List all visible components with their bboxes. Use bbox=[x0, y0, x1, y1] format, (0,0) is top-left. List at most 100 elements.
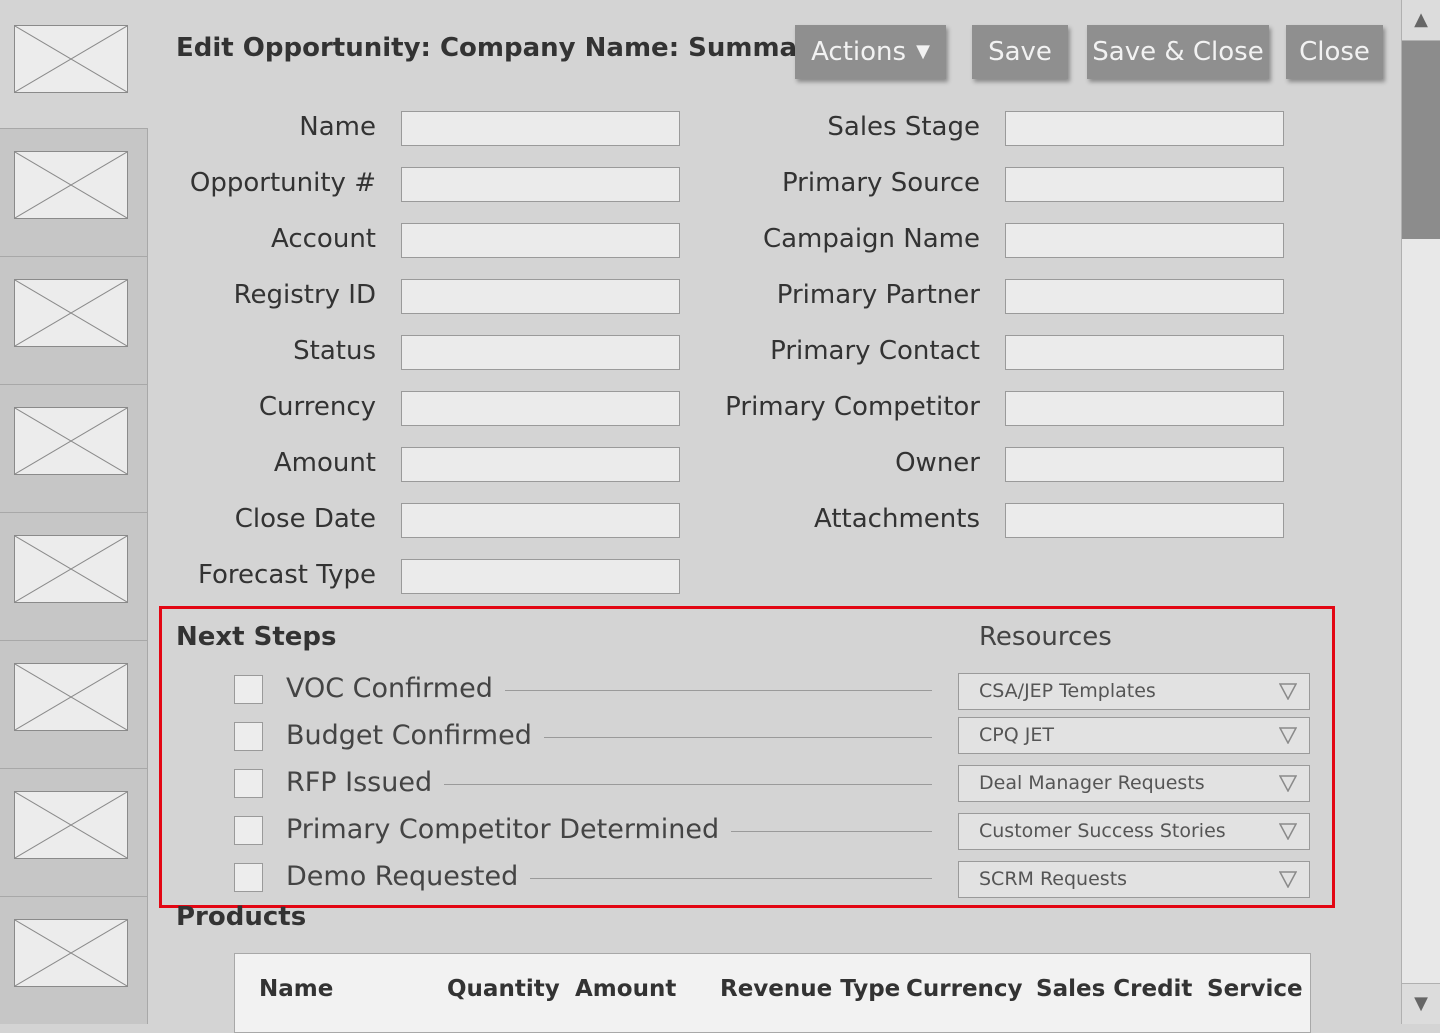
primary-contact-field[interactable] bbox=[1005, 335, 1284, 370]
label-close-date: Close Date bbox=[234, 504, 376, 534]
rfp-issued-checkbox[interactable] bbox=[234, 769, 263, 798]
column-header-sales-credit[interactable]: Sales Credit bbox=[1036, 976, 1192, 1002]
label-status: Status bbox=[293, 336, 376, 366]
currency-field[interactable] bbox=[401, 391, 680, 426]
registry-id-field[interactable] bbox=[401, 279, 680, 314]
nav-tile-5[interactable] bbox=[0, 640, 147, 768]
budget-confirmed-checkbox[interactable] bbox=[234, 722, 263, 751]
next-step-label: Budget Confirmed bbox=[286, 718, 544, 754]
actions-button[interactable]: Actions ▼ bbox=[795, 25, 946, 79]
dropdown-label: CPQ JET bbox=[979, 724, 1054, 746]
label-registry-id: Registry ID bbox=[233, 280, 376, 310]
amount-field[interactable] bbox=[401, 447, 680, 482]
column-header-quantity[interactable]: Quantity bbox=[447, 976, 560, 1002]
nav-tile-2[interactable] bbox=[0, 256, 147, 384]
nav-image-placeholder-icon bbox=[14, 791, 128, 859]
cpq-jet-dropdown[interactable]: CPQ JET bbox=[958, 717, 1310, 754]
voc-confirmed-checkbox[interactable] bbox=[234, 675, 263, 704]
next-step-label: VOC Confirmed bbox=[286, 671, 505, 707]
status-field[interactable] bbox=[401, 335, 680, 370]
column-header-name[interactable]: Name bbox=[259, 976, 333, 1002]
next-step-budget-confirmed: Budget Confirmed bbox=[234, 718, 932, 754]
scroll-thumb[interactable] bbox=[1402, 41, 1440, 239]
label-forecast-type: Forecast Type bbox=[197, 560, 376, 590]
csa-jep-templates-dropdown[interactable]: CSA/JEP Templates bbox=[958, 673, 1310, 710]
account-field[interactable] bbox=[401, 223, 680, 258]
nav-image-placeholder-icon bbox=[14, 663, 128, 731]
campaign-name-field[interactable] bbox=[1005, 223, 1284, 258]
next-step-label: RFP Issued bbox=[286, 765, 445, 801]
owner-field[interactable] bbox=[1005, 447, 1284, 482]
page-title: Edit Opportunity: Company Name: Summary bbox=[176, 33, 827, 63]
sales-stage-field[interactable] bbox=[1005, 111, 1284, 146]
products-table: Name Quantity Amount Revenue Type Currency Sa… bbox=[234, 953, 1311, 1033]
nav-image-placeholder-icon bbox=[14, 151, 128, 219]
nav-image-placeholder-icon bbox=[14, 535, 128, 603]
label-currency: Currency bbox=[258, 392, 376, 422]
label-name: Name bbox=[299, 112, 376, 142]
scrm-requests-dropdown[interactable]: SCRM Requests bbox=[958, 861, 1310, 898]
nav-tile-3[interactable] bbox=[0, 384, 147, 512]
next-steps-title: Next Steps bbox=[176, 622, 337, 652]
logo-placeholder-image bbox=[14, 25, 128, 93]
dropdown-label: SCRM Requests bbox=[979, 868, 1128, 890]
next-step-rfp-issued: RFP Issued bbox=[234, 765, 932, 801]
primary-partner-field[interactable] bbox=[1005, 279, 1284, 314]
label-amount: Amount bbox=[273, 448, 376, 478]
attachments-field[interactable] bbox=[1005, 503, 1284, 538]
forecast-type-field[interactable] bbox=[401, 559, 680, 594]
demo-requested-checkbox[interactable] bbox=[234, 863, 263, 892]
column-header-amount[interactable]: Amount bbox=[575, 976, 676, 1002]
nav-image-placeholder-icon bbox=[14, 279, 128, 347]
triangle-down-icon bbox=[1278, 727, 1298, 745]
actions-button-label: Actions bbox=[811, 37, 907, 67]
dropdown-label: Deal Manager Requests bbox=[979, 772, 1205, 794]
scroll-down-icon[interactable]: ▼ bbox=[1402, 983, 1440, 1024]
resources-title: Resources bbox=[979, 622, 1112, 652]
nav-image-placeholder-icon bbox=[14, 407, 128, 475]
column-header-service[interactable]: Service bbox=[1207, 976, 1303, 1002]
left-nav bbox=[0, 128, 148, 1024]
opportunity-field[interactable] bbox=[401, 167, 680, 202]
triangle-down-icon bbox=[1278, 775, 1298, 793]
caret-down-icon: ▼ bbox=[916, 41, 930, 62]
nav-tile-1[interactable] bbox=[0, 128, 147, 256]
name-field[interactable] bbox=[401, 111, 680, 146]
vertical-scrollbar[interactable]: ▲ ▼ bbox=[1401, 0, 1440, 1024]
customer-success-stories-dropdown[interactable]: Customer Success Stories bbox=[958, 813, 1310, 850]
next-step-voc-confirmed: VOC Confirmed bbox=[234, 671, 932, 707]
deal-manager-requests-dropdown[interactable]: Deal Manager Requests bbox=[958, 765, 1310, 802]
close-button[interactable]: Close bbox=[1286, 25, 1383, 79]
nav-image-placeholder-icon bbox=[14, 919, 128, 987]
next-step-primary-competitor-determined: Primary Competitor Determined bbox=[234, 812, 932, 848]
label-opportunity: Opportunity # bbox=[189, 168, 376, 198]
label-primary-contact: Primary Contact bbox=[770, 336, 980, 366]
products-title: Products bbox=[176, 902, 307, 932]
save-button[interactable]: Save bbox=[972, 25, 1068, 79]
label-primary-source: Primary Source bbox=[781, 168, 980, 198]
next-step-demo-requested: Demo Requested bbox=[234, 859, 932, 895]
close-date-field[interactable] bbox=[401, 503, 680, 538]
primary-competitor-determined-checkbox[interactable] bbox=[234, 816, 263, 845]
nav-tile-7[interactable] bbox=[0, 896, 147, 1024]
column-header-revenue-type[interactable]: Revenue Type bbox=[720, 976, 900, 1002]
next-step-label: Demo Requested bbox=[286, 859, 531, 895]
nav-tile-4[interactable] bbox=[0, 512, 147, 640]
label-account: Account bbox=[271, 224, 376, 254]
next-step-label: Primary Competitor Determined bbox=[286, 812, 732, 848]
label-primary-competitor: Primary Competitor bbox=[725, 392, 980, 422]
triangle-down-icon bbox=[1278, 683, 1298, 701]
label-campaign-name: Campaign Name bbox=[762, 224, 980, 254]
label-primary-partner: Primary Partner bbox=[776, 280, 980, 310]
label-owner: Owner bbox=[895, 448, 980, 478]
column-header-currency[interactable]: Currency bbox=[906, 976, 1023, 1002]
save-close-button[interactable]: Save & Close bbox=[1087, 25, 1269, 79]
label-sales-stage: Sales Stage bbox=[827, 112, 980, 142]
label-attachments: Attachments bbox=[814, 504, 980, 534]
nav-tile-6[interactable] bbox=[0, 768, 147, 896]
primary-competitor-field[interactable] bbox=[1005, 391, 1284, 426]
dropdown-label: Customer Success Stories bbox=[979, 820, 1226, 842]
triangle-down-icon bbox=[1278, 871, 1298, 889]
scroll-up-icon[interactable]: ▲ bbox=[1402, 0, 1440, 41]
primary-source-field[interactable] bbox=[1005, 167, 1284, 202]
